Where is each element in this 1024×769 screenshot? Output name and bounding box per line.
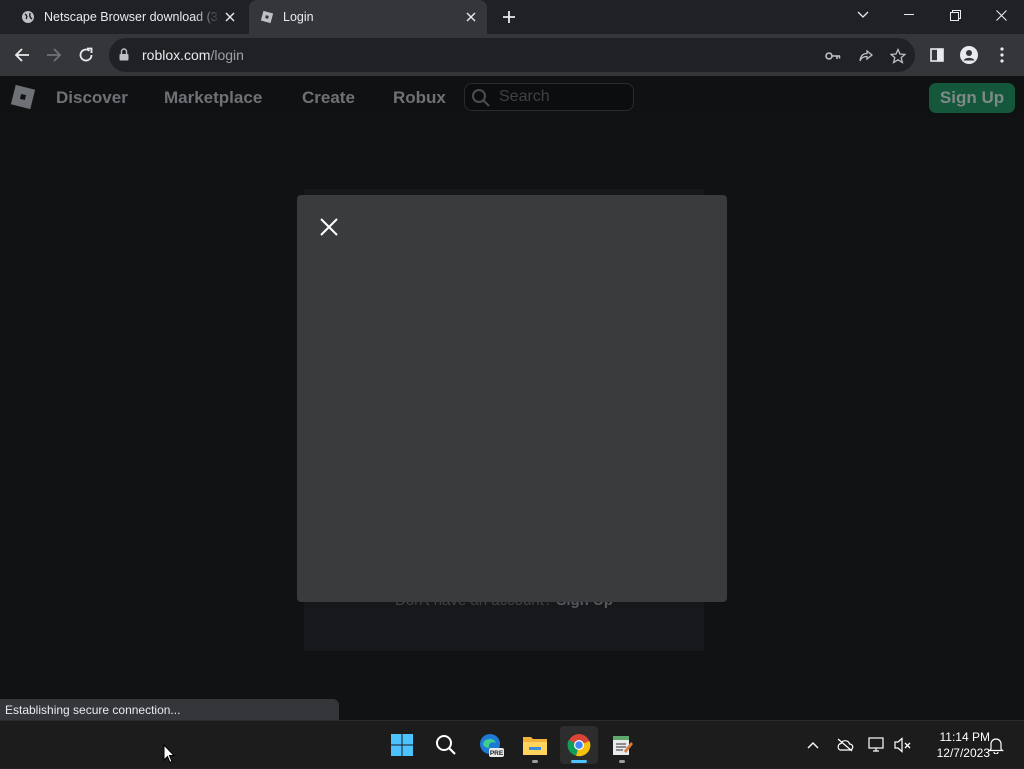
roblox-favicon-icon (259, 9, 275, 25)
modal-close-icon[interactable] (318, 216, 340, 238)
edge-preview-icon[interactable]: PRE (472, 726, 510, 764)
nav-marketplace[interactable]: Marketplace (164, 88, 262, 108)
windows-taskbar: PRE 11:14 PM 12/7/2023 (0, 720, 1024, 768)
tab-login[interactable]: Login (249, 0, 487, 34)
taskbar-search-icon[interactable] (427, 726, 465, 764)
search-placeholder: Search (499, 88, 550, 105)
windows-start-icon[interactable] (383, 726, 421, 764)
svg-text:PRE: PRE (490, 750, 504, 757)
nav-discover[interactable]: Discover (56, 88, 128, 108)
browser-toolbar: roblox.com/login (0, 34, 1024, 76)
search-icon (471, 88, 491, 113)
nav-robux[interactable]: Robux (393, 88, 446, 108)
volume-muted-icon[interactable] (893, 735, 913, 755)
new-tab-plus-icon[interactable] (498, 6, 520, 28)
tab-search-chevron-icon[interactable] (840, 0, 886, 30)
system-clock[interactable]: 11:14 PM 12/7/2023 (920, 729, 990, 761)
minimize-icon[interactable] (886, 0, 932, 30)
profile-icon[interactable] (957, 43, 981, 67)
notepad-icon[interactable] (603, 726, 641, 764)
reload-icon[interactable] (74, 43, 98, 67)
site-search-input[interactable]: Search (464, 83, 634, 111)
file-explorer-icon[interactable] (516, 726, 554, 764)
bookmark-star-icon[interactable] (888, 46, 908, 66)
clock-time: 11:14 PM (939, 730, 990, 744)
chrome-icon[interactable] (560, 726, 598, 764)
network-icon[interactable] (867, 735, 887, 755)
tab-netscape-download[interactable]: Netscape Browser download (32-bit) (10, 0, 246, 34)
lock-icon[interactable] (119, 48, 129, 66)
signup-button[interactable]: Sign Up (929, 83, 1015, 113)
tab-title: Netscape Browser download (32-bit) (44, 10, 220, 24)
share-icon[interactable] (856, 46, 876, 66)
roblox-logo-icon[interactable] (10, 84, 36, 110)
tab-title: Login (283, 10, 314, 24)
tab-close-icon[interactable] (461, 7, 481, 27)
running-indicator (619, 760, 625, 763)
kebab-menu-icon[interactable] (990, 43, 1014, 67)
onedrive-offline-icon[interactable] (835, 735, 855, 755)
restore-icon[interactable] (932, 0, 978, 30)
tray-overflow-chevron-icon[interactable] (803, 735, 823, 755)
globe-icon (20, 9, 36, 25)
notification-bell-icon[interactable] (986, 735, 1006, 755)
key-icon[interactable] (823, 46, 843, 66)
forward-arrow-icon[interactable] (42, 43, 66, 67)
modal-dialog (297, 195, 727, 602)
mouse-cursor-icon (163, 743, 176, 769)
url-text: roblox.com/login (142, 47, 244, 63)
side-panel-icon[interactable] (925, 43, 949, 67)
active-indicator (571, 760, 587, 763)
tab-close-icon[interactable] (220, 7, 240, 27)
browser-titlebar: Netscape Browser download (32-bit) Login (0, 0, 1024, 34)
back-arrow-icon[interactable] (10, 43, 34, 67)
browser-status-bar: Establishing secure connection... (0, 699, 339, 720)
address-bar[interactable]: roblox.com/login (109, 38, 915, 72)
running-indicator (532, 760, 538, 763)
clock-date: 12/7/2023 (936, 746, 990, 760)
window-close-icon[interactable] (978, 0, 1024, 30)
nav-create[interactable]: Create (302, 88, 355, 108)
